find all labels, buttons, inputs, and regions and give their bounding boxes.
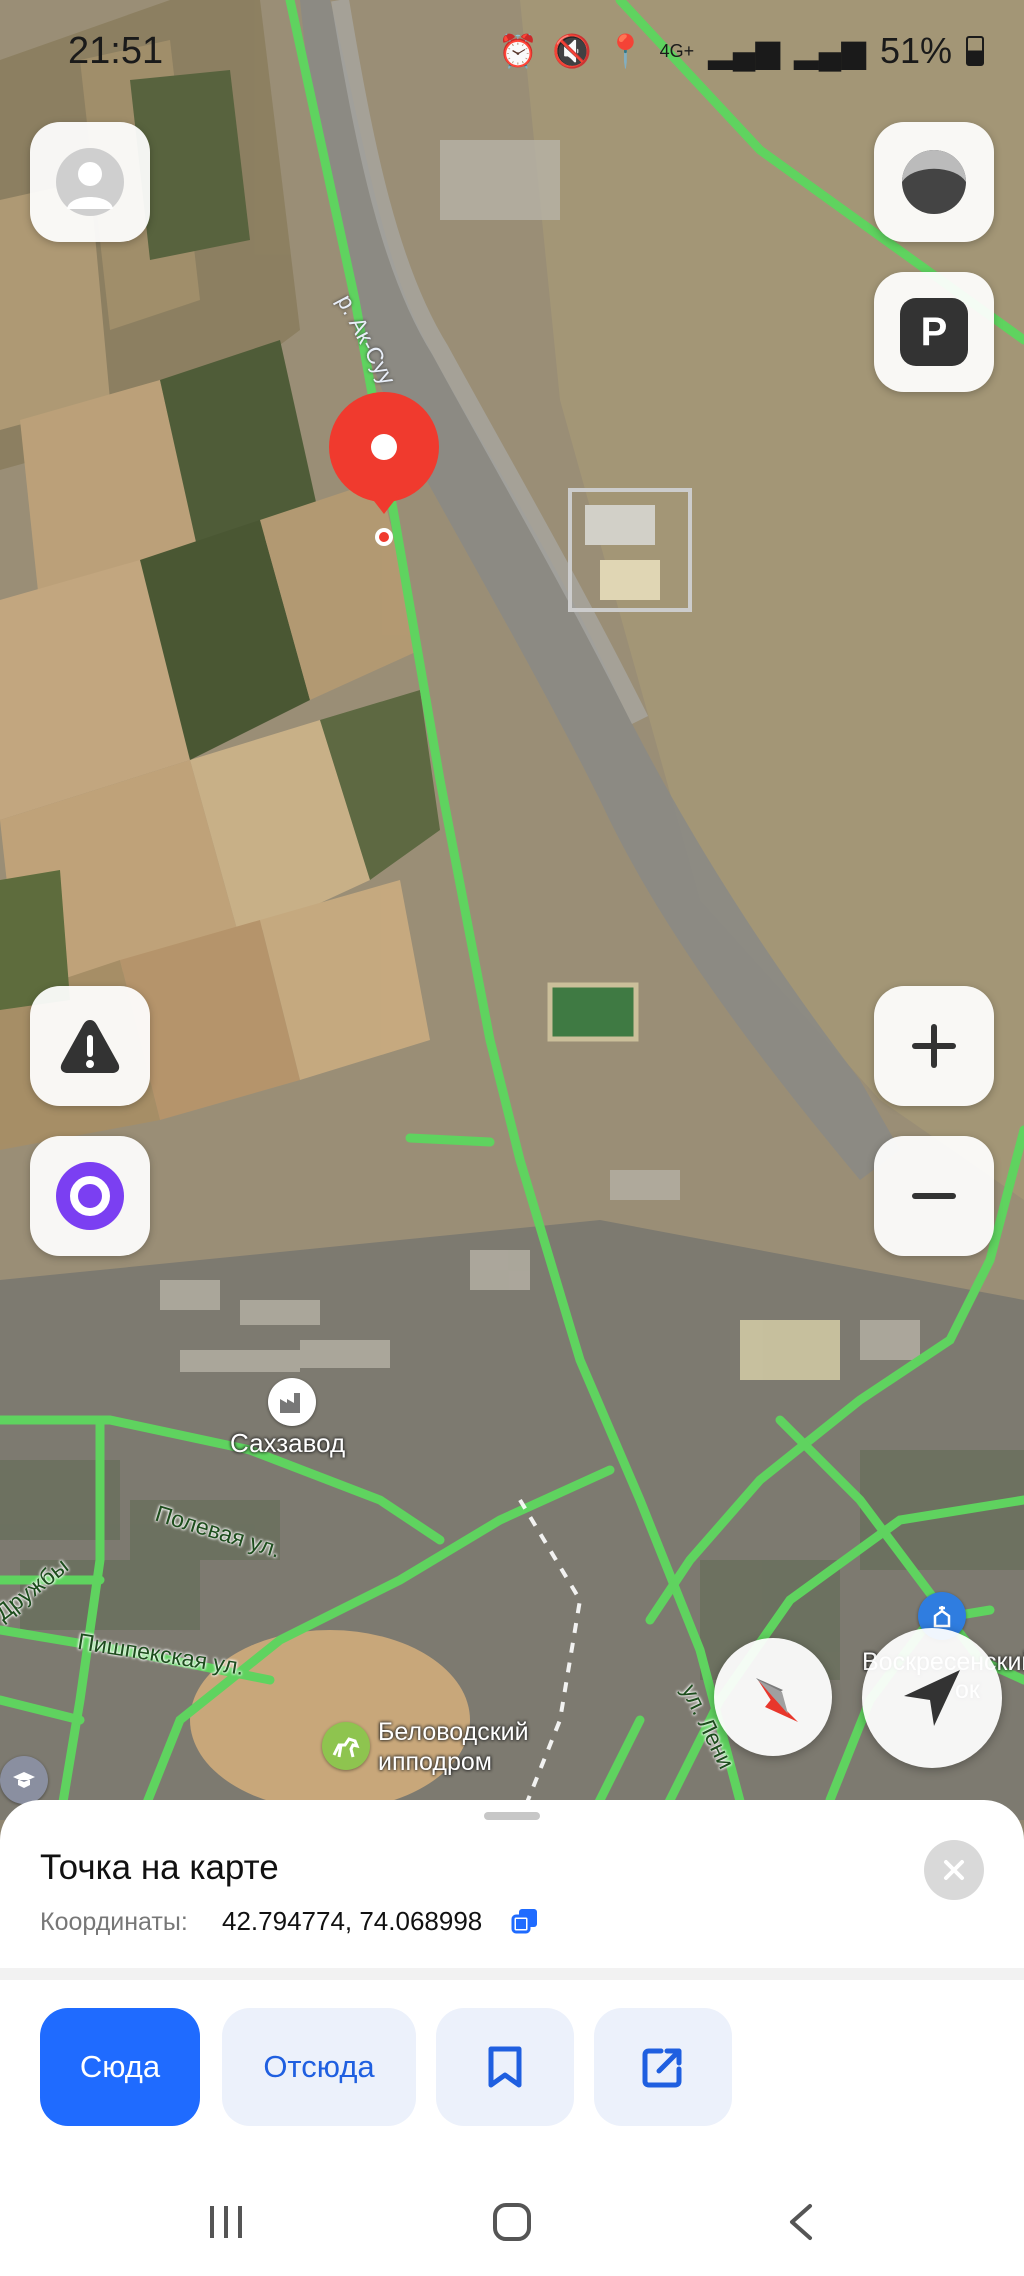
bookmark-icon bbox=[488, 2046, 522, 2088]
close-button[interactable] bbox=[924, 1840, 984, 1900]
close-icon bbox=[944, 1860, 964, 1880]
parking-button[interactable]: P bbox=[874, 272, 994, 392]
zoom-out-button[interactable] bbox=[874, 1136, 994, 1256]
map-view[interactable]: р. Ак-Суу Сахзавод Полевая ул. Пишпекска… bbox=[0, 0, 1024, 1820]
layers-button[interactable] bbox=[874, 122, 994, 242]
zoom-in-button[interactable] bbox=[874, 986, 994, 1106]
location-pin[interactable] bbox=[327, 392, 441, 552]
alert-button[interactable] bbox=[30, 986, 150, 1106]
poi-label-hippodrome-line1[interactable]: Беловодский bbox=[378, 1718, 529, 1747]
route-from-here-button[interactable]: Отсюда bbox=[222, 2008, 416, 2126]
signal-icon: ▂▄▆ bbox=[708, 33, 781, 69]
my-location-button[interactable] bbox=[862, 1628, 1002, 1768]
hippodrome-icon[interactable] bbox=[322, 1722, 370, 1770]
sheet-drag-handle[interactable] bbox=[484, 1812, 540, 1820]
alice-icon bbox=[56, 1162, 124, 1230]
alarm-icon: ⏰ bbox=[498, 33, 538, 69]
network-type: 4G+ bbox=[659, 40, 695, 61]
profile-button[interactable] bbox=[30, 122, 150, 242]
coordinates-value[interactable]: 42.794774, 74.068998 bbox=[222, 1906, 482, 1937]
place-title: Точка на карте bbox=[40, 1848, 279, 1887]
status-time: 21:51 bbox=[68, 30, 164, 72]
recent-apps-icon[interactable] bbox=[206, 2202, 246, 2242]
home-icon[interactable] bbox=[492, 2202, 532, 2242]
system-navigation-bar bbox=[0, 2160, 1024, 2276]
poi-label-sugar-factory[interactable]: Сахзавод bbox=[230, 1428, 345, 1459]
factory-icon[interactable] bbox=[268, 1378, 316, 1426]
satellite-imagery bbox=[0, 0, 1024, 1820]
coordinates-label: Координаты: bbox=[40, 1908, 188, 1936]
copy-icon[interactable] bbox=[510, 1906, 540, 1936]
status-bar: 21:51 ⏰ 🔇 📍 4G+ ▂▄▆ ▂▄▆ 51% bbox=[0, 0, 1024, 110]
parking-icon: P bbox=[900, 298, 968, 366]
compass-icon bbox=[756, 1678, 798, 1722]
layers-icon bbox=[902, 150, 966, 214]
warning-icon bbox=[60, 1020, 120, 1073]
poi-label-hippodrome-line2[interactable]: ипподром bbox=[378, 1748, 492, 1777]
profile-icon bbox=[56, 148, 124, 216]
route-to-here-button[interactable]: Сюда bbox=[40, 2008, 200, 2126]
signal-icon: ▂▄▆ bbox=[794, 33, 866, 69]
minus-icon bbox=[912, 1193, 956, 1199]
alice-button[interactable] bbox=[30, 1136, 150, 1256]
section-divider bbox=[0, 1968, 1024, 1980]
parking-label: P bbox=[920, 309, 948, 354]
location-icon: 📍 bbox=[605, 33, 646, 69]
school-icon[interactable] bbox=[0, 1756, 48, 1804]
back-icon[interactable] bbox=[782, 2202, 822, 2242]
share-icon bbox=[642, 2048, 682, 2088]
mute-icon: 🔇 bbox=[551, 33, 592, 69]
battery-percent: 51% bbox=[879, 30, 952, 71]
navigation-arrow-icon bbox=[904, 1670, 960, 1726]
battery-icon bbox=[966, 36, 984, 66]
bookmark-button[interactable] bbox=[436, 2008, 574, 2126]
plus-icon bbox=[912, 1024, 956, 1068]
share-button[interactable] bbox=[594, 2008, 732, 2126]
compass-button[interactable] bbox=[714, 1638, 832, 1756]
